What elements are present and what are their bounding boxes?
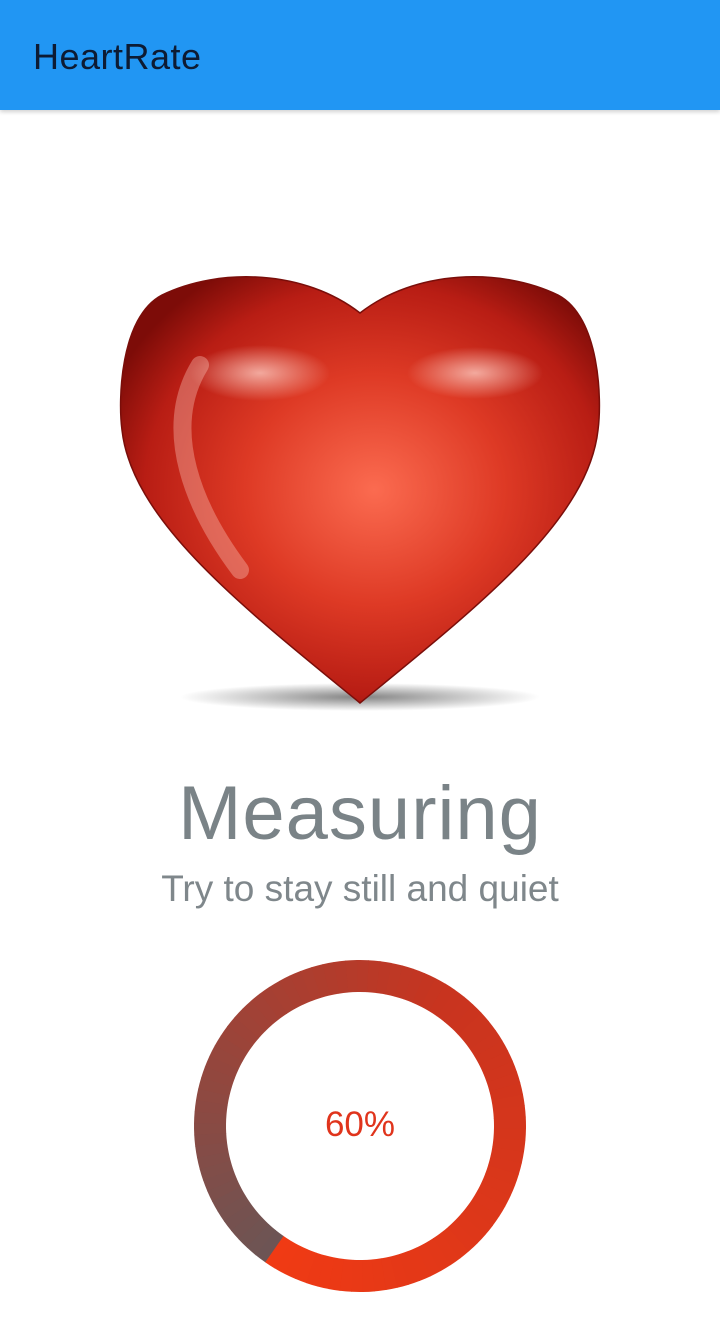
progress-ring-segment xyxy=(234,1008,266,1039)
progress-ring-segment xyxy=(279,975,304,1010)
progress-ring-segment xyxy=(424,1238,451,1272)
progress-ring-segment xyxy=(399,1250,421,1285)
progress-ring-segment xyxy=(403,968,425,1003)
progress-ring-segment xyxy=(195,1088,230,1106)
progress-ring-segment xyxy=(333,960,349,994)
progress-ring-segment xyxy=(362,1259,376,1292)
progress-ring-segment xyxy=(490,1146,525,1164)
progress-ring-segment xyxy=(242,1000,273,1032)
progress-ring-segment xyxy=(416,1242,441,1277)
progress-ring-segment xyxy=(209,1045,243,1070)
progress-ring-segment xyxy=(436,989,465,1022)
progress-ring-segment xyxy=(328,1257,345,1291)
progress-ring-segment xyxy=(461,1206,493,1235)
progress-ring-segment xyxy=(207,1178,241,1202)
progress-ring-segment xyxy=(269,980,296,1014)
progress-ring-segment xyxy=(197,1151,231,1170)
progress-ring-segment xyxy=(479,1050,513,1074)
progress-ring-segment xyxy=(274,1240,300,1275)
progress-ring-segment xyxy=(481,1173,516,1197)
progress-ring-segment xyxy=(407,1247,431,1281)
progress-ring-segment xyxy=(339,1258,354,1292)
progress-ring-segment xyxy=(390,1253,410,1288)
app-bar: HeartRate xyxy=(0,0,720,110)
progress-ring-segment xyxy=(440,1226,470,1259)
progress-ring-segment xyxy=(411,972,436,1007)
progress-ring-segment xyxy=(217,1194,251,1222)
progress-ring-segment xyxy=(420,977,446,1012)
progress-ring-segment xyxy=(259,986,288,1020)
progress-ring-segment xyxy=(289,971,313,1005)
progress-ring-segment xyxy=(469,1030,503,1058)
progress-ring-segment xyxy=(230,1210,263,1240)
progress-ring-segment xyxy=(472,1190,506,1217)
progress-ring-segment xyxy=(214,1035,248,1062)
progress-ring-segment xyxy=(486,1071,521,1092)
progress-ring-segment xyxy=(366,960,381,994)
progress-ring-segment xyxy=(295,1249,317,1284)
progress-ring-segment xyxy=(447,1220,478,1252)
heart-icon xyxy=(100,255,620,725)
progress-ring-segment xyxy=(432,1232,461,1266)
progress-ring-segment xyxy=(264,1235,292,1269)
progress-ring-segment xyxy=(204,1055,239,1079)
progress-ring-segment xyxy=(198,1077,232,1097)
app-title: HeartRate xyxy=(33,36,202,77)
status-title: Measuring xyxy=(178,771,542,856)
progress-ring-segment xyxy=(199,1160,234,1181)
progress-ring-segment xyxy=(371,1258,387,1292)
progress-ring-segment xyxy=(380,1256,398,1290)
progress-label: 60% xyxy=(324,1105,396,1144)
progress-ring-segment xyxy=(220,1026,254,1054)
progress-ring-segment xyxy=(344,960,358,993)
progress-ring-segment xyxy=(466,1198,500,1226)
progress-ring-segment xyxy=(322,962,340,996)
progress-ring-segment xyxy=(255,1230,284,1263)
progress-ring-segment xyxy=(454,1213,486,1244)
progress-ring-segment xyxy=(299,967,321,1002)
progress-ring-segment xyxy=(310,964,330,999)
progress-ring-segment xyxy=(238,1217,270,1248)
progress-ring-segment xyxy=(463,1021,496,1050)
progress-ring-segment xyxy=(375,961,392,995)
progress-ring-segment xyxy=(227,1017,259,1046)
progress-ring-segment xyxy=(443,996,474,1029)
progress-ring-segment xyxy=(488,1155,522,1175)
progress-ring-segment xyxy=(250,993,280,1026)
progress-ring-segment xyxy=(224,1202,257,1231)
progress-ring-segment xyxy=(246,1223,277,1256)
progress-ring-segment xyxy=(457,1012,490,1042)
progress-ring-segment xyxy=(305,1252,326,1287)
progress-ring-segment xyxy=(284,1245,309,1280)
progress-ring-segment xyxy=(317,1255,336,1290)
progress-ring-segment xyxy=(384,962,403,997)
progress-ring-segment xyxy=(212,1186,246,1212)
progress-ring-segment xyxy=(485,1164,519,1186)
status-subtitle: Try to stay still and quiet xyxy=(161,868,559,909)
progress-ring-segment xyxy=(428,983,456,1017)
progress-ring-segment xyxy=(203,1169,237,1192)
progress-ring-segment xyxy=(394,965,415,1000)
progress-ring-segment xyxy=(477,1182,511,1207)
progress-ring-segment xyxy=(450,1004,482,1035)
progress-ring-segment xyxy=(489,1082,523,1101)
progress-ring-segment xyxy=(483,1060,517,1083)
progress-ring-segment xyxy=(474,1040,508,1066)
progress-ring-segment xyxy=(201,1066,235,1088)
progress-ring-segment xyxy=(195,1142,229,1159)
